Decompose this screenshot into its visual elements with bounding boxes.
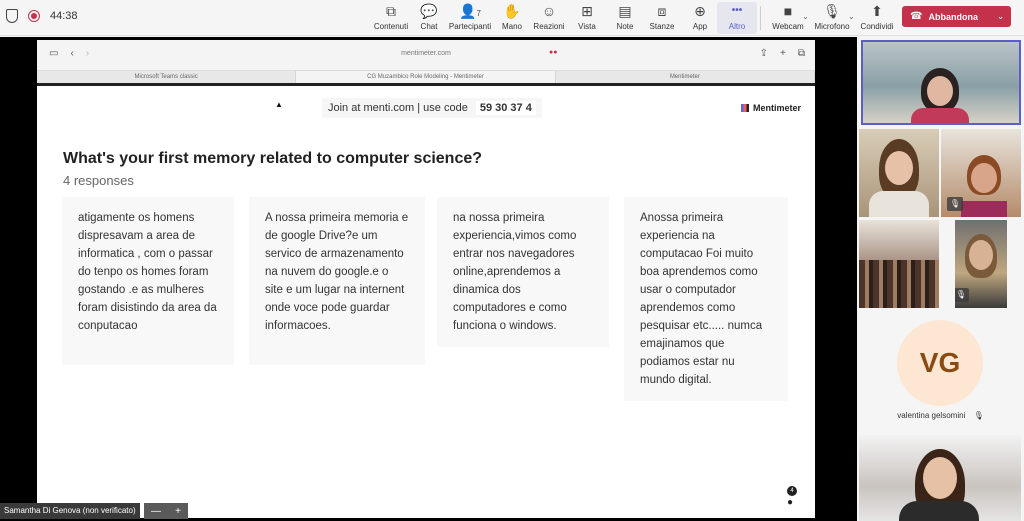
classroom-group — [859, 260, 939, 308]
share-icon[interactable]: ⇪ — [760, 48, 768, 59]
divider — [37, 83, 815, 86]
shield-icon — [6, 9, 18, 23]
participant-name: valentina gelsomini — [897, 411, 966, 420]
browser-tab[interactable]: CG Muzambico Role Modeling - Mentimeter — [296, 71, 556, 83]
more-button[interactable]: ••• Altro — [717, 2, 757, 34]
presenter-name-tag: Samantha Di Genova (non verificato) — [0, 503, 140, 519]
new-tab-icon[interactable]: + — [780, 48, 786, 59]
participants-panel: 🎙 🎙 VG valentina gelsomini 🎙 — [857, 37, 1024, 521]
video-tile[interactable]: 🎙 — [941, 129, 1021, 217]
participant-face — [927, 76, 953, 106]
shared-screen: ▭ ‹ › mentimeter.com ●● ⇪ + ⧉ Microsoft … — [0, 37, 857, 521]
share-tray-icon: ⬆ — [871, 3, 883, 19]
mentimeter-logo: Mentimeter — [740, 103, 801, 113]
join-banner: Join at menti.com | use code 59 30 37 4 — [322, 98, 542, 118]
recording-indicator-icon: ●● — [549, 49, 558, 56]
participant-counter: 4 ● — [787, 486, 797, 508]
participant-face — [971, 163, 997, 193]
zoom-controls: — + — [144, 503, 188, 519]
browser-chrome: ▭ ‹ › mentimeter.com ●● ⇪ + ⧉ — [37, 40, 815, 70]
join-text: Join at menti.com | use code — [328, 102, 468, 114]
video-tile[interactable] — [859, 129, 939, 217]
video-tile[interactable]: 🎙 — [955, 220, 1007, 308]
meeting-timer: 44:38 — [50, 10, 78, 22]
responses-count: 4 responses — [63, 173, 134, 188]
browser-tab[interactable]: Microsoft Teams classic — [37, 71, 297, 83]
recording-icon — [28, 10, 40, 22]
zoom-in-icon[interactable]: + — [175, 506, 181, 517]
participants-count: 7 — [476, 9, 481, 18]
participant-face — [885, 151, 913, 185]
browser-window: ▭ ‹ › mentimeter.com ●● ⇪ + ⧉ Microsoft … — [37, 40, 815, 518]
response-card: na nossa primeira experiencia,vimos como… — [437, 197, 609, 347]
browser-tabs: Microsoft Teams classic CG Muzambico Rol… — [37, 70, 815, 83]
chevron-down-icon[interactable]: ⌄ — [997, 12, 1004, 21]
phone-hangup-icon: ☎ — [910, 11, 923, 22]
meeting-info: 44:38 — [6, 9, 78, 23]
participants-button[interactable]: 👤7 Partecipanti — [446, 2, 494, 31]
toolbar-divider — [760, 6, 761, 30]
response-card: Anossa primeira experiencia na computaca… — [624, 197, 788, 401]
participant-face — [923, 457, 957, 499]
join-code: 59 30 37 4 — [475, 101, 536, 115]
mic-off-icon: 🎙 — [955, 288, 969, 302]
video-tile[interactable] — [859, 435, 1021, 521]
tabs-overview-icon[interactable]: ⧉ — [798, 48, 805, 59]
zoom-out-icon[interactable]: — — [151, 506, 161, 517]
address-bar[interactable]: mentimeter.com — [37, 50, 815, 57]
browser-tab[interactable]: Mentimeter — [556, 71, 815, 83]
more-icon: ••• — [731, 5, 743, 16]
meeting-toolbar: 44:38 ⧉ Contenuti 💬 Chat 👤7 Partecipanti… — [0, 0, 1024, 36]
mic-off-icon: 🎙 — [973, 411, 984, 420]
mentimeter-logo-icon — [740, 104, 749, 112]
video-tile[interactable] — [859, 220, 939, 308]
response-card: atigamente os homens dispresavam a area … — [62, 197, 234, 365]
person-icon: ● — [787, 497, 794, 508]
mic-off-icon: 🎙 — [947, 197, 963, 211]
video-tile[interactable] — [861, 40, 1021, 125]
share-button[interactable]: ⬆ Condividi — [853, 2, 901, 31]
people-icon: 👤 — [459, 3, 477, 19]
avatar[interactable]: VG — [897, 320, 983, 406]
response-card: A nossa primeira memoria e de google Dri… — [249, 197, 425, 365]
slide-question: What's your first memory related to comp… — [63, 150, 483, 167]
mouse-cursor-icon: ▲ — [275, 100, 283, 109]
leave-button[interactable]: ☎ Abbandona ⌄ — [902, 6, 1011, 27]
participant-face — [969, 240, 993, 270]
